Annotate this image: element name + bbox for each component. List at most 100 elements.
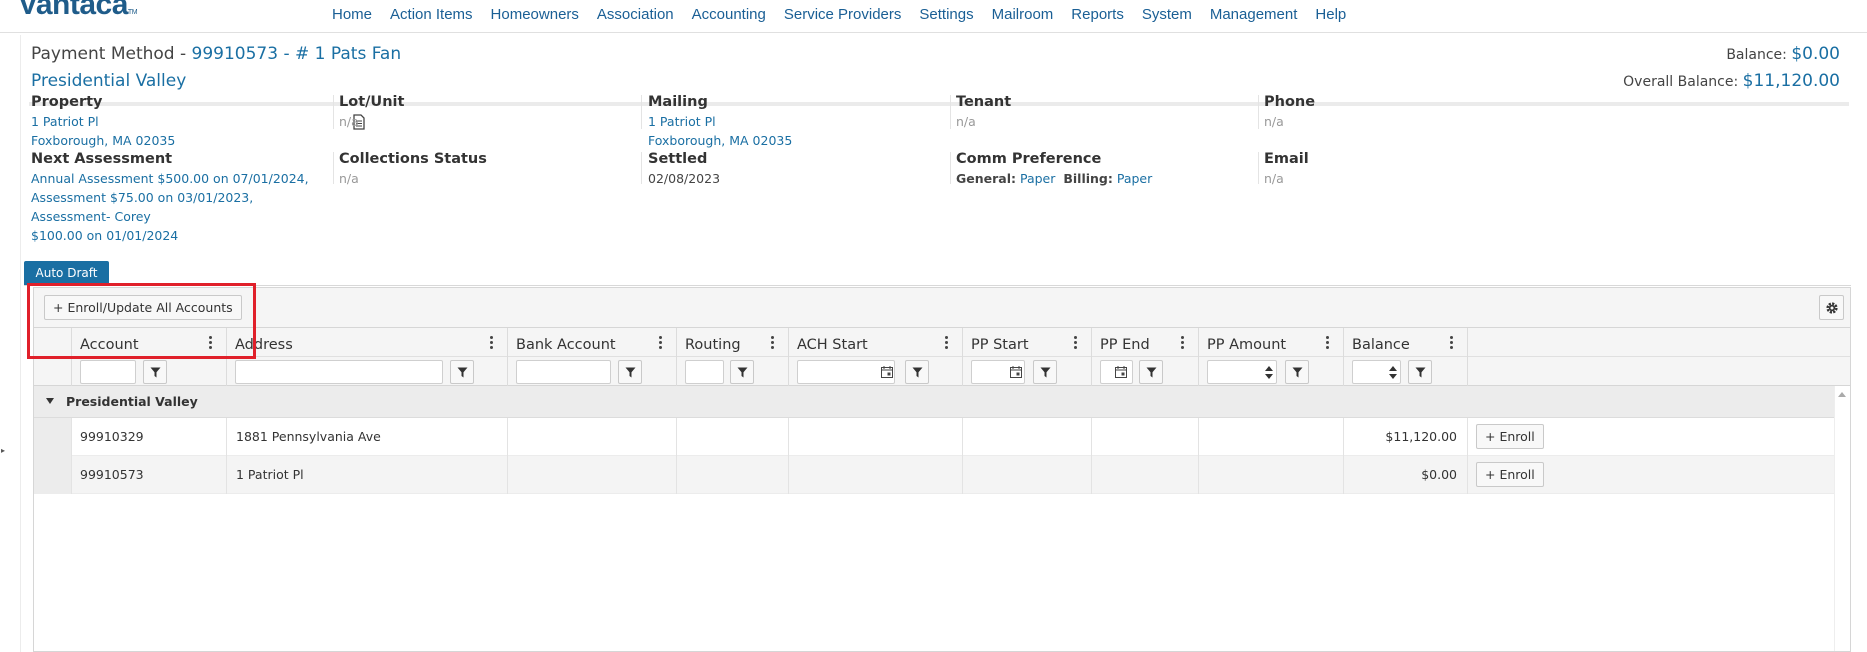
collapse-arrow-icon[interactable]: ▸ [1, 446, 5, 455]
nav-management[interactable]: Management [1210, 6, 1298, 23]
phone-info: Phone n/a [1264, 94, 1316, 129]
nav-association[interactable]: Association [597, 6, 674, 23]
filter-icon [457, 367, 468, 378]
address-filter-input[interactable] [235, 360, 443, 384]
balance-value: $0.00 [1791, 44, 1840, 64]
nav-reports[interactable]: Reports [1071, 6, 1124, 23]
balance-filter-input[interactable] [1352, 360, 1401, 384]
column-menu-icon[interactable] [1181, 336, 1185, 350]
balance-filter-button[interactable] [1408, 360, 1432, 384]
plus-icon: + [53, 300, 64, 315]
column-balance[interactable]: Balance [1352, 337, 1410, 353]
ach-start-filter-input[interactable] [797, 360, 895, 384]
spinner-arrows-icon[interactable] [1265, 366, 1273, 379]
property-address-line1[interactable]: 1 Patriot Pl [31, 112, 391, 131]
mailing-address-line2[interactable]: Foxborough, MA 02035 [648, 131, 1008, 150]
spinner-arrows-icon[interactable] [1389, 366, 1397, 379]
nav-system[interactable]: System [1142, 6, 1192, 23]
pp-amount-filter-input[interactable] [1207, 360, 1277, 384]
account-link[interactable]: 99910573 - # 1 Pats Fan [192, 44, 402, 64]
pp-start-filter-input[interactable] [971, 360, 1025, 384]
property-info: Property 1 Patriot Pl Foxborough, MA 020… [31, 93, 391, 150]
ach-start-filter-button[interactable] [905, 360, 929, 384]
account-cell: 99910329 [80, 429, 144, 444]
column-menu-icon[interactable] [1074, 336, 1078, 350]
address-cell: 1 Patriot Pl [236, 467, 304, 482]
routing-filter-button[interactable] [730, 360, 754, 384]
settled-info: Settled 02/08/2023 [648, 151, 721, 186]
nav-help[interactable]: Help [1315, 6, 1346, 23]
group-row[interactable]: Presidential Valley [34, 386, 1850, 418]
filter-icon [1415, 367, 1426, 378]
enroll-button[interactable]: + Enroll [1476, 424, 1544, 449]
column-menu-icon[interactable] [1450, 336, 1454, 350]
pp-end-filter-button[interactable] [1139, 360, 1163, 384]
calendar-icon[interactable] [1115, 366, 1127, 378]
main-nav: Home Action Items Homeowners Association… [332, 6, 1364, 23]
nav-mailroom[interactable]: Mailroom [992, 6, 1054, 23]
mailing-info: Mailing 1 Patriot Pl Foxborough, MA 0203… [648, 93, 1008, 150]
table-row: 99910573 1 Patriot Pl $0.00 + Enroll [34, 456, 1850, 494]
account-cell: 99910573 [80, 467, 144, 482]
property-address-line2[interactable]: Foxborough, MA 02035 [31, 131, 391, 150]
comm-preference-info: Comm Preference General: Paper Billing: … [956, 151, 1153, 186]
enroll-button[interactable]: + Enroll [1476, 462, 1544, 487]
column-menu-icon[interactable] [771, 336, 775, 350]
mailing-address-line1[interactable]: 1 Patriot Pl [648, 112, 1008, 131]
filter-icon [625, 367, 636, 378]
pp-end-filter-input[interactable] [1100, 360, 1133, 384]
column-menu-icon[interactable] [1326, 336, 1330, 350]
calendar-icon[interactable] [881, 366, 893, 378]
collapse-caret-icon[interactable] [46, 398, 54, 404]
plus-icon: + [1485, 467, 1496, 482]
bank-account-filter-input[interactable] [516, 360, 611, 384]
calendar-icon[interactable] [1010, 366, 1022, 378]
plus-icon: + [1485, 429, 1496, 444]
column-pp-start[interactable]: PP Start [971, 337, 1029, 353]
tab-auto-draft[interactable]: Auto Draft [24, 261, 109, 285]
balance: Balance: $0.00 [1726, 44, 1840, 64]
column-bank-account[interactable]: Bank Account [516, 337, 616, 353]
address-cell: 1881 Pennsylvania Ave [236, 429, 381, 444]
column-pp-end[interactable]: PP End [1100, 337, 1150, 353]
nav-service-providers[interactable]: Service Providers [784, 6, 902, 23]
routing-filter-input[interactable] [685, 360, 724, 384]
column-menu-icon[interactable] [209, 336, 213, 350]
column-account[interactable]: Account [80, 337, 139, 353]
column-ach-start[interactable]: ACH Start [797, 337, 868, 353]
vantaca-logo[interactable]: VantacaTM [18, 0, 138, 22]
nav-action-items[interactable]: Action Items [390, 6, 473, 23]
grid-toolbar: + Enroll/Update All Accounts [34, 288, 1850, 328]
association-link[interactable]: Presidential Valley [31, 71, 186, 91]
filter-icon [150, 367, 161, 378]
pp-start-filter-button[interactable] [1033, 360, 1057, 384]
nav-settings[interactable]: Settings [919, 6, 973, 23]
column-menu-icon[interactable] [945, 336, 949, 350]
pp-amount-filter-button[interactable] [1285, 360, 1309, 384]
address-filter-button[interactable] [450, 360, 474, 384]
bank-account-filter-button[interactable] [618, 360, 642, 384]
nav-homeowners[interactable]: Homeowners [491, 6, 579, 23]
scroll-up-icon[interactable] [1838, 392, 1846, 397]
column-pp-amount[interactable]: PP Amount [1207, 337, 1286, 353]
next-assessment-info: Next Assessment Annual Assessment $500.0… [31, 151, 309, 243]
grid-settings-button[interactable] [1819, 295, 1844, 320]
column-menu-icon[interactable] [659, 336, 663, 350]
nav-home[interactable]: Home [332, 6, 372, 23]
lot-unit-info: Lot/Unit n/a [339, 94, 405, 129]
enroll-update-all-button[interactable]: + Enroll/Update All Accounts [44, 295, 242, 320]
filter-icon [1292, 367, 1303, 378]
account-filter-button[interactable] [143, 360, 167, 384]
gear-icon [1826, 302, 1838, 314]
payment-method-page: Payment Method - 99910573 - # 1 Pats Fan… [20, 35, 1851, 652]
auto-draft-grid: + Enroll/Update All Accounts Account Add… [33, 287, 1851, 652]
column-routing[interactable]: Routing [685, 337, 741, 353]
email-info: Email n/a [1264, 151, 1309, 186]
vertical-scrollbar[interactable] [1834, 386, 1850, 651]
filter-icon [737, 367, 748, 378]
nav-accounting[interactable]: Accounting [692, 6, 766, 23]
column-address[interactable]: Address [235, 337, 293, 353]
column-menu-icon[interactable] [490, 336, 494, 350]
account-filter-input[interactable] [80, 360, 136, 384]
tenant-info: Tenant n/a [956, 94, 1012, 129]
